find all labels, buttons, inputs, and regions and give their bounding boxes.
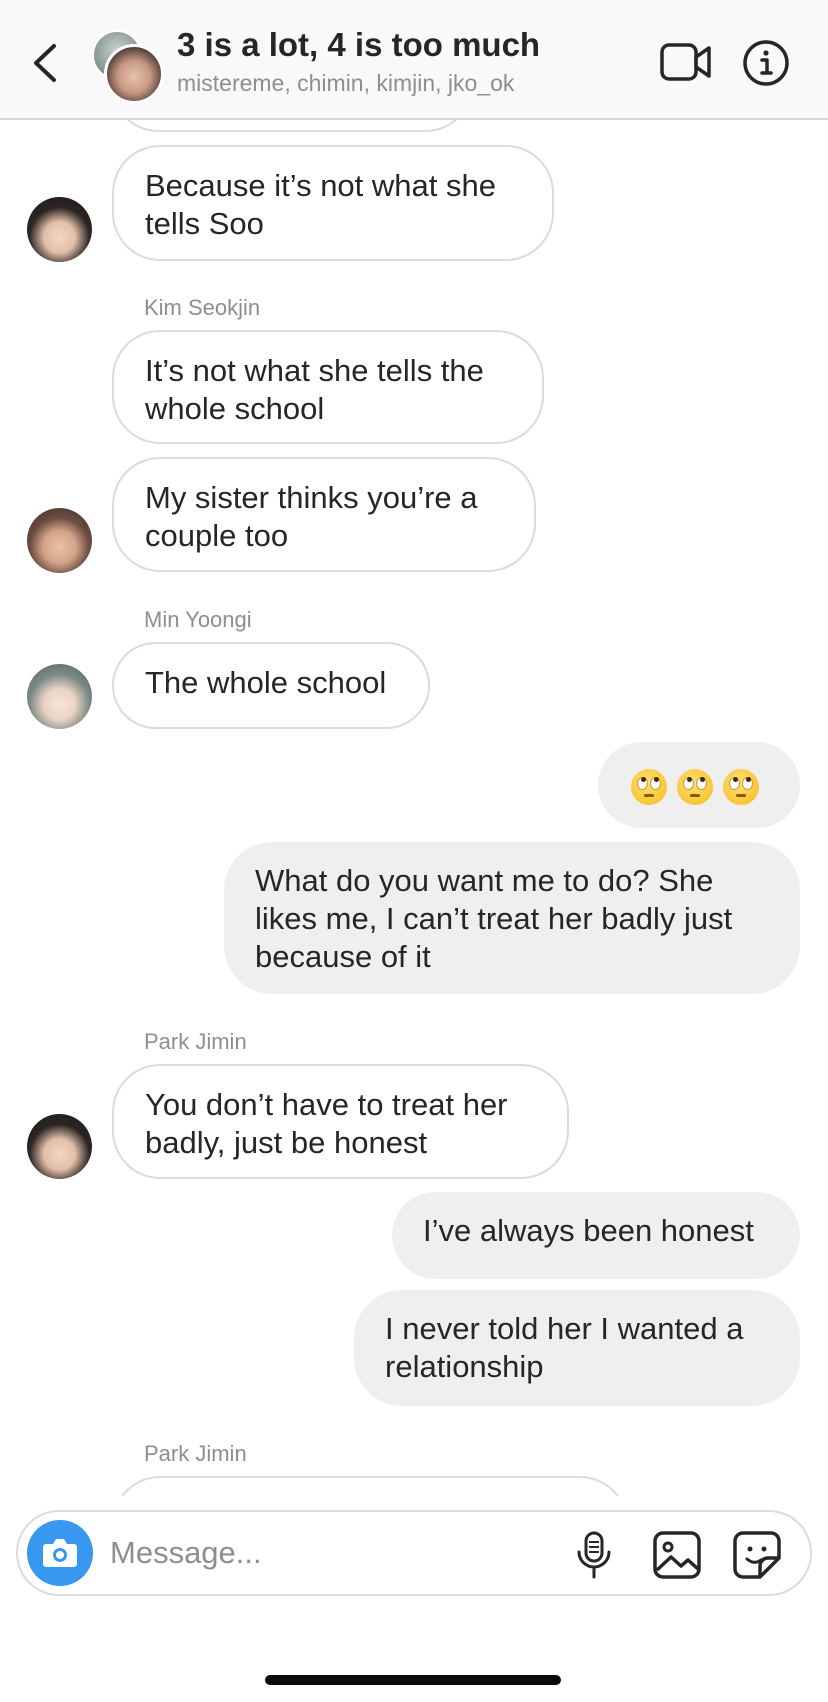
avatar[interactable] — [27, 664, 92, 729]
avatar[interactable] — [27, 1114, 92, 1179]
message-text: What do you want me to do? She likes me,… — [255, 863, 733, 974]
message-bubble: You don’t have to treat her badly, just … — [112, 1064, 569, 1179]
message-composer — [16, 1510, 812, 1596]
message-thread[interactable]: Because it’s not what she tells Soo Kim … — [0, 0, 828, 1496]
group-avatar[interactable] — [92, 30, 164, 104]
sender-name: Park Jimin — [144, 1441, 247, 1466]
face-with-rolling-eyes-icon — [677, 768, 713, 805]
voice-message-button[interactable] — [574, 1530, 614, 1580]
message-bubble: It’s not what she tells the whole school — [112, 330, 544, 444]
chat-title[interactable]: 3 is a lot, 4 is too much — [177, 26, 540, 64]
message-text: I never told her I wanted a relationship — [385, 1311, 744, 1384]
sender-name: Kim Seokjin — [144, 295, 261, 320]
message-bubble: I never told her I wanted a relationship — [354, 1290, 800, 1406]
sender-name: Min Yoongi — [144, 607, 252, 632]
avatar[interactable] — [27, 197, 92, 262]
message-text: It’s not what she tells the whole school — [145, 353, 484, 426]
message-text: The whole school — [145, 665, 387, 700]
message-bubble: I’ve always been honest — [392, 1192, 800, 1279]
emoji-message-bubble — [598, 742, 800, 828]
message-text: Because it’s not what she tells Soo — [145, 168, 496, 241]
face-with-rolling-eyes-icon — [723, 768, 759, 805]
message-bubble: The whole school — [112, 642, 430, 729]
sender-name: Park Jimin — [144, 1029, 247, 1054]
chat-members[interactable]: mistereme, chimin, kimjin, jko_ok — [177, 70, 514, 97]
home-indicator[interactable] — [265, 1675, 561, 1685]
message-bubble: My sister thinks you’re a couple too — [112, 457, 536, 572]
gallery-icon — [653, 1531, 701, 1579]
gallery-button[interactable] — [652, 1530, 702, 1580]
message-bubble: Because it’s not what she tells Soo — [112, 145, 554, 261]
face-with-rolling-eyes-icon — [631, 768, 667, 805]
message-bubble: What do you want me to do? She likes me,… — [224, 842, 800, 994]
camera-icon — [43, 1539, 77, 1567]
info-icon — [743, 40, 789, 86]
chevron-left-icon — [34, 44, 56, 82]
avatar — [104, 44, 164, 104]
message-text: You don’t have to treat her badly, just … — [145, 1087, 508, 1160]
message-bubble-partial — [112, 1476, 628, 1496]
avatar[interactable] — [27, 508, 92, 573]
message-input[interactable] — [110, 1526, 510, 1580]
back-button[interactable] — [26, 38, 66, 88]
video-camera-icon — [660, 43, 711, 81]
sticker-button[interactable] — [732, 1530, 782, 1580]
camera-button[interactable] — [27, 1520, 93, 1586]
video-call-button[interactable] — [660, 42, 712, 82]
microphone-icon — [577, 1531, 611, 1579]
chat-header: 3 is a lot, 4 is too much mistereme, chi… — [0, 0, 828, 120]
message-text: My sister thinks you’re a couple too — [145, 480, 478, 553]
message-text: I’ve always been honest — [423, 1213, 754, 1248]
sticker-icon — [733, 1531, 781, 1579]
info-button[interactable] — [742, 39, 790, 87]
